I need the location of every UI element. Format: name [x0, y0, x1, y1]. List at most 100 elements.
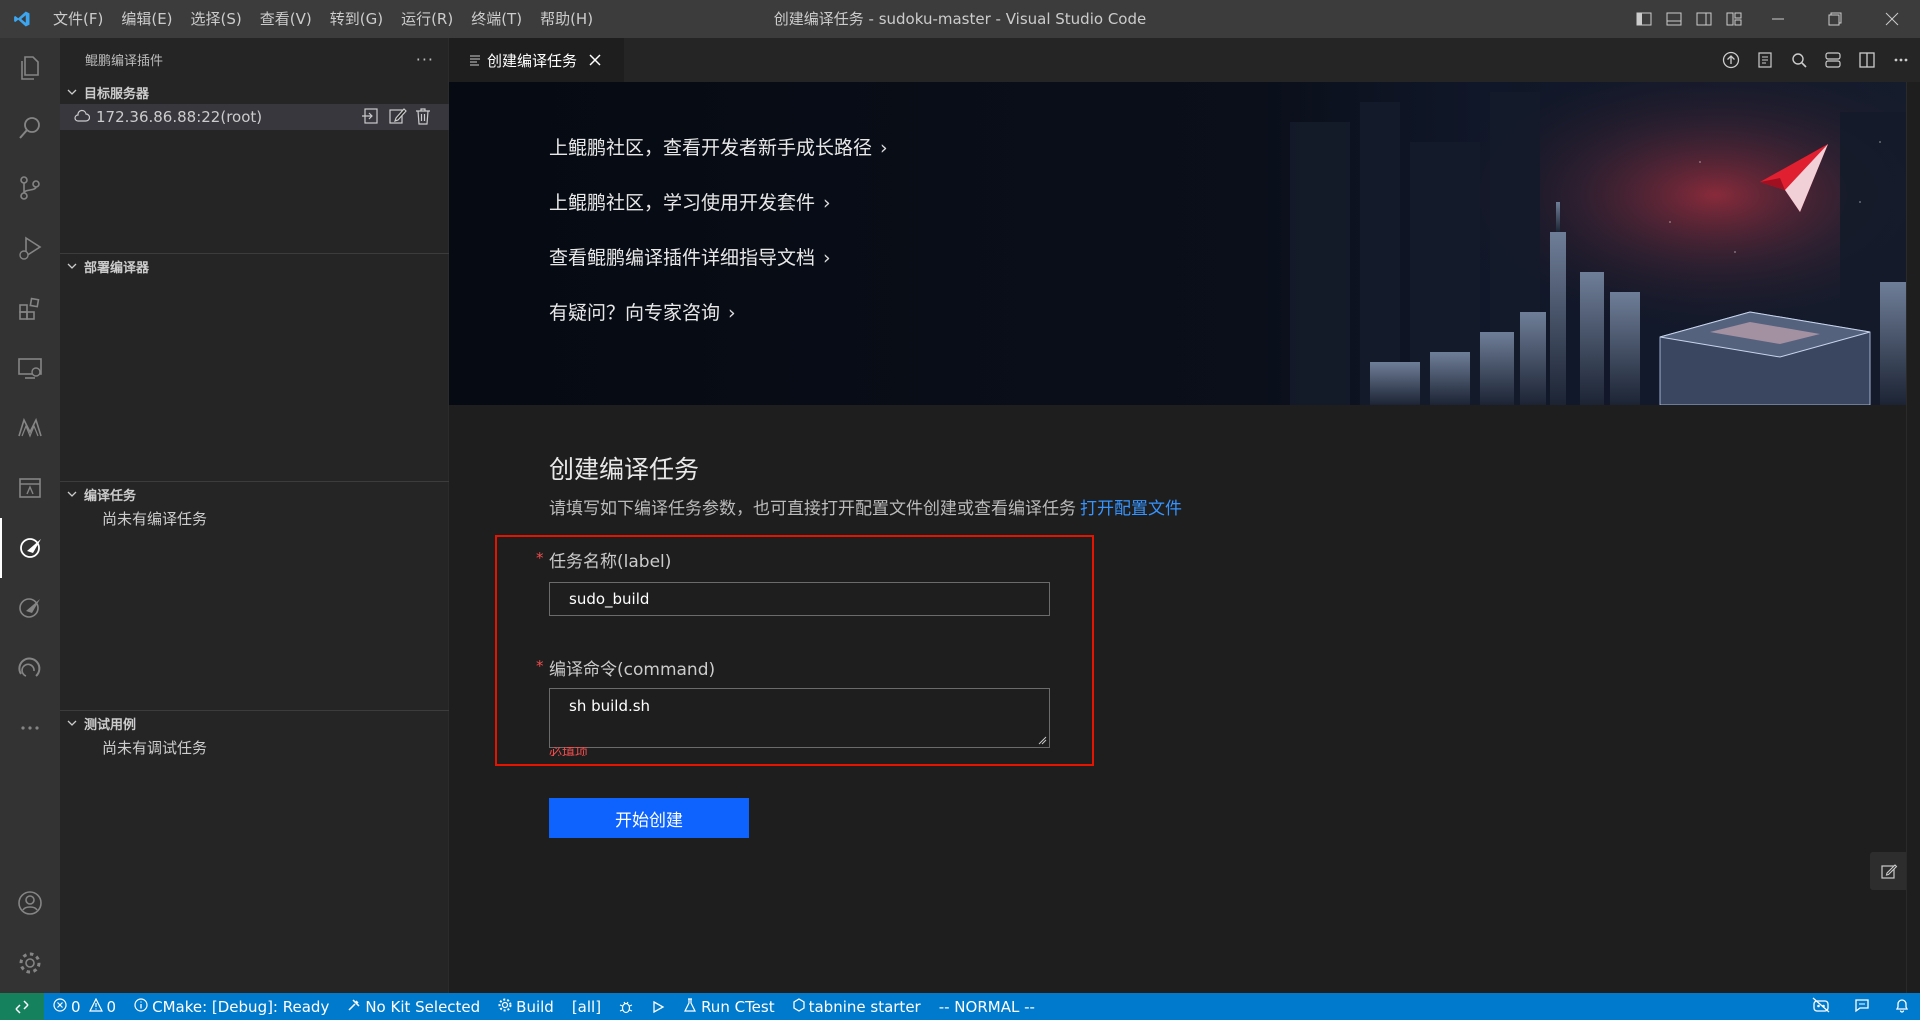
cmake-target[interactable]: [all] [563, 993, 610, 1020]
problems-status[interactable]: 0 0 [44, 993, 125, 1020]
tab-create-compile-task[interactable]: 创建编译任务 [449, 38, 624, 82]
chevron-down-icon [64, 489, 80, 499]
find-icon[interactable] [1788, 49, 1810, 71]
gear-icon [498, 998, 512, 1016]
remote-indicator-icon[interactable] [0, 993, 44, 1020]
extensions-icon[interactable] [0, 278, 60, 338]
plugin-m-icon[interactable] [0, 398, 60, 458]
cmake-kit[interactable]: No Kit Selected [338, 993, 489, 1020]
server-cloud-icon [74, 109, 90, 125]
menu-bar: 文件(F) 编辑(E) 选择(S) 查看(V) 转到(G) 运行(R) 终端(T… [44, 0, 602, 38]
link-ask-expert[interactable]: 有疑问？向专家咨询 › [549, 287, 888, 342]
chevron-down-icon [64, 87, 80, 97]
vscode-logo-icon [0, 0, 44, 38]
copilot-icon[interactable] [1812, 997, 1830, 1017]
editor-webview: 上鲲鹏社区，查看开发者新手成长路径 › 上鲲鹏社区，学习使用开发套件 › 查看鲲鹏编… [449, 82, 1920, 993]
toggle-panel-icon[interactable] [1659, 0, 1689, 38]
start-create-button[interactable]: 开始创建 [549, 798, 749, 838]
menu-terminal[interactable]: 终端(T) [462, 0, 531, 38]
toggle-primary-sidebar-icon[interactable] [1629, 0, 1659, 38]
resize-grip-icon[interactable] [1038, 736, 1047, 745]
cmake-status[interactable]: CMake: [Debug]: Ready [125, 993, 338, 1020]
close-tab-icon[interactable] [589, 52, 601, 70]
debug-bug-icon[interactable] [610, 993, 642, 1020]
banner-links: 上鲲鹏社区，查看开发者新手成长路径 › 上鲲鹏社区，学习使用开发套件 › 查看鲲鹏编… [549, 122, 888, 342]
tasks-empty-message: 尚未有编译任务 [102, 510, 208, 528]
kunpeng-test-icon[interactable] [0, 578, 60, 638]
tabnine-status[interactable]: tabnine starter [784, 993, 930, 1020]
section-title-deploy[interactable]: 部署编译器 [60, 254, 449, 278]
launch-play-icon[interactable] [642, 993, 674, 1020]
remote-explorer-icon[interactable] [0, 338, 60, 398]
feedback-icon[interactable] [1854, 997, 1870, 1017]
title-bar: 文件(F) 编辑(E) 选择(S) 查看(V) 转到(G) 运行(R) 终端(T… [0, 0, 1920, 38]
toggle-secondary-sidebar-icon[interactable] [1689, 0, 1719, 38]
kunpeng-compiler-icon[interactable] [0, 518, 60, 578]
connect-server-icon[interactable] [361, 106, 381, 130]
status-bar: 0 0 CMake: [Debug]: Ready No Kit Selecte… [0, 993, 1920, 1020]
menu-help[interactable]: 帮助(H) [531, 0, 602, 38]
required-asterisk: * [536, 657, 544, 675]
open-preview-icon[interactable] [1754, 49, 1776, 71]
feedback-edit-icon[interactable] [1870, 852, 1908, 890]
window-controls [1629, 0, 1920, 38]
delete-server-icon[interactable] [413, 106, 433, 130]
sidebar-more-icon[interactable]: ··· [416, 50, 434, 69]
close-window-icon[interactable] [1863, 0, 1920, 38]
menu-run[interactable]: 运行(R) [392, 0, 462, 38]
run-debug-icon[interactable] [0, 218, 60, 278]
server-item[interactable]: 172.36.86.88:22(root) [60, 104, 449, 130]
panel-a-icon[interactable] [0, 458, 60, 518]
section-title-tasks[interactable]: 编译任务 [60, 482, 449, 506]
chevron-right-icon: › [823, 247, 831, 269]
statusbar-right [1812, 993, 1910, 1020]
section-target-servers: 目标服务器 172.36.86.88:22(root) [60, 80, 449, 130]
warning-icon [88, 997, 103, 1016]
link-guide-docs[interactable]: 查看鲲鹏编译插件详细指导文档 › [549, 232, 888, 287]
document-lines-icon [469, 52, 481, 70]
editor-scrollbar[interactable] [1906, 82, 1920, 993]
section-compile-tasks: 编译任务 尚未有编译任务 [60, 481, 449, 532]
sidebar-title: 鲲鹏编译插件 [85, 53, 164, 69]
manage-gear-icon[interactable] [0, 933, 60, 993]
more-actions-icon[interactable] [1890, 49, 1912, 71]
section-test-cases: 测试用例 尚未有调试任务 [60, 710, 449, 761]
split-editor-icon[interactable] [1856, 49, 1878, 71]
edit-server-icon[interactable] [387, 106, 407, 130]
tabnine-icon [792, 997, 805, 1016]
activity-bar [0, 38, 60, 993]
customize-layout-icon[interactable] [1719, 0, 1749, 38]
compare-icon[interactable] [1822, 49, 1844, 71]
tab-label: 创建编译任务 [487, 52, 578, 70]
run-ctest[interactable]: Run CTest [674, 993, 784, 1020]
search-icon[interactable] [0, 98, 60, 158]
menu-selection[interactable]: 选择(S) [182, 0, 251, 38]
section-title-tests[interactable]: 测试用例 [60, 711, 449, 735]
section-title-servers[interactable]: 目标服务器 [60, 80, 449, 104]
menu-file[interactable]: 文件(F) [44, 0, 112, 38]
info-icon [134, 997, 148, 1016]
server-address: 172.36.86.88:22(root) [96, 108, 263, 126]
more-icon[interactable] [0, 698, 60, 758]
source-control-icon[interactable] [0, 158, 60, 218]
accounts-icon[interactable] [0, 873, 60, 933]
minimize-icon[interactable] [1749, 0, 1806, 38]
kunpeng-porting-icon[interactable] [0, 638, 60, 698]
menu-view[interactable]: 查看(V) [251, 0, 321, 38]
open-config-link[interactable]: 打开配置文件 [1080, 499, 1182, 519]
link-dev-kit[interactable]: 上鲲鹏社区，学习使用开发套件 › [549, 177, 888, 232]
create-task-form: 创建编译任务 请填写如下编译任务参数，也可直接打开配置文件创建或查看编译任务 打开… [549, 450, 1182, 519]
kunpeng-banner: 上鲲鹏社区，查看开发者新手成长路径 › 上鲲鹏社区，学习使用开发套件 › 查看鲲鹏编… [449, 82, 1920, 405]
menu-go[interactable]: 转到(G) [321, 0, 392, 38]
upload-icon[interactable] [1720, 49, 1742, 71]
menu-edit[interactable]: 编辑(E) [112, 0, 181, 38]
task-label-input[interactable]: sudo_build [549, 582, 1050, 616]
notifications-bell-icon[interactable] [1894, 997, 1910, 1017]
command-textarea[interactable]: sh build.sh [549, 688, 1050, 748]
restore-icon[interactable] [1806, 0, 1863, 38]
link-growth-path[interactable]: 上鲲鹏社区，查看开发者新手成长路径 › [549, 122, 888, 177]
command-field-label: * 编译命令(command) [536, 657, 716, 680]
form-description: 请填写如下编译任务参数，也可直接打开配置文件创建或查看编译任务 打开配置文件 [549, 499, 1182, 519]
explorer-icon[interactable] [0, 38, 60, 98]
cmake-build[interactable]: Build [489, 993, 563, 1020]
